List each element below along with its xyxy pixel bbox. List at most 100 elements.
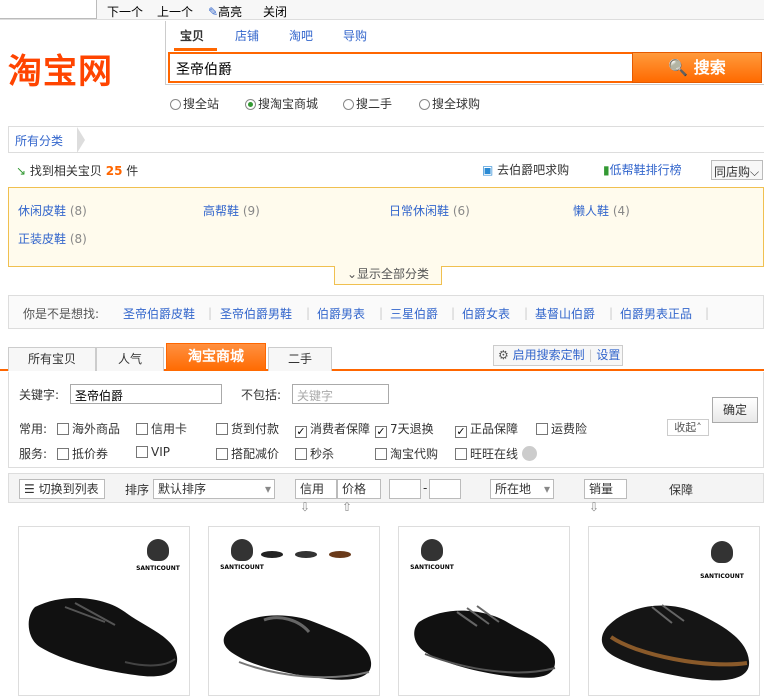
find-input[interactable] xyxy=(0,0,97,19)
common-label: 常用: xyxy=(19,422,48,436)
location-select[interactable]: 所在地 xyxy=(490,479,554,499)
checkbox-checked-icon: ✓ xyxy=(295,425,307,438)
bar-chart-icon: ▮ xyxy=(603,163,610,177)
shoe-image xyxy=(414,605,556,678)
search-tab-guide[interactable]: 导购 xyxy=(343,27,367,47)
shoe-image xyxy=(601,604,750,681)
suggestion-link[interactable]: 圣帝伯爵皮鞋 xyxy=(123,305,195,322)
show-all-categories-button[interactable]: ⌄显示全部分类 xyxy=(334,266,442,285)
checkbox-overseas[interactable]: 海外商品 xyxy=(57,420,120,437)
pen-icon: ✎ xyxy=(208,5,219,19)
sort-sales-button[interactable]: 销量⇩ xyxy=(584,479,627,514)
checkbox-icon xyxy=(375,448,387,460)
find-prev-button[interactable]: 上一个 xyxy=(157,3,193,20)
search-button[interactable]: 🔍 搜索 xyxy=(632,52,762,83)
chevron-down-icon: ⌵ xyxy=(750,165,760,179)
checkbox-voucher[interactable]: 抵价券 xyxy=(57,445,108,462)
category-item[interactable]: 日常休闲鞋 (6) xyxy=(389,202,470,219)
checkbox-cod[interactable]: 货到付款 xyxy=(216,420,279,437)
search-tab-items[interactable]: 宝贝 xyxy=(180,27,204,47)
category-box: 休闲皮鞋 (8) 高帮鞋 (9) 日常休闲鞋 (6) 懒人鞋 (4) 正装皮鞋 … xyxy=(8,187,764,267)
checkbox-shipping-insurance[interactable]: 运费险 xyxy=(536,420,587,437)
sort-price-button[interactable]: 价格⇧ xyxy=(337,479,381,514)
checkbox-flash-sale[interactable]: 秒杀 xyxy=(295,445,334,462)
tab-tmall[interactable]: 淘宝商城 xyxy=(166,343,266,371)
scope-secondhand-radio[interactable]: 搜二手 xyxy=(343,95,392,112)
find-next-button[interactable]: 下一个 xyxy=(107,3,143,20)
checkbox-icon xyxy=(216,423,228,435)
suggestion-link[interactable]: 伯爵男表 xyxy=(317,305,365,322)
category-item[interactable]: 休闲皮鞋 (8) xyxy=(18,202,87,219)
divider: | xyxy=(451,306,456,320)
highlight-button[interactable]: ✎高亮 xyxy=(208,3,242,20)
checkbox-genuine[interactable]: ✓ 正品保障 xyxy=(455,420,518,438)
arrow-up-icon: ⇧ xyxy=(342,500,353,514)
enable-custom-search-link[interactable]: 启用搜索定制 xyxy=(513,348,585,362)
arrow-down-icon: ⇩ xyxy=(300,500,311,514)
bar-request-link[interactable]: ▣ 去伯爵吧求购 xyxy=(482,161,569,178)
suggestion-link[interactable]: 基督山伯爵 xyxy=(535,305,595,322)
checkbox-consumer-protection[interactable]: ✓ 消费者保障 xyxy=(295,420,370,438)
tab-all-items[interactable]: 所有宝贝 xyxy=(8,347,96,371)
breadcrumb-all-categories[interactable]: 所有分类 xyxy=(15,132,63,149)
sort-select[interactable]: 默认排序 xyxy=(153,479,275,499)
keyword-input[interactable]: 圣帝伯爵 xyxy=(70,384,222,404)
category-item[interactable]: 懒人鞋 (4) xyxy=(573,202,630,219)
suggestion-link[interactable]: 伯爵女表 xyxy=(462,305,510,322)
result-count: ↘ 找到相关宝贝 25 件 xyxy=(16,164,139,178)
category-item[interactable]: 高帮鞋 (9) xyxy=(203,202,260,219)
switch-list-view-button[interactable]: ☰ 切换到列表 xyxy=(19,479,105,499)
checkbox-wangwang-online[interactable]: 旺旺在线 xyxy=(455,445,537,462)
tab-popularity[interactable]: 人气 xyxy=(96,347,164,371)
price-max-input[interactable] xyxy=(429,479,461,499)
checkbox-7day-return[interactable]: ✓ 7天退换 xyxy=(375,420,434,438)
scope-global-radio[interactable]: 搜全球购 xyxy=(419,95,480,112)
brand-logo-icon xyxy=(147,539,169,561)
checkbox-vip[interactable]: VIP xyxy=(136,445,170,459)
product-card[interactable]: SANTICOUNT xyxy=(588,526,760,696)
close-find-button[interactable]: 关闭 xyxy=(263,3,287,20)
service-label: 服务: xyxy=(19,447,48,461)
confirm-button[interactable]: 确定 xyxy=(712,397,758,423)
price-min-input[interactable] xyxy=(389,479,421,499)
settings-link[interactable]: 设置 xyxy=(596,348,620,362)
same-store-dropdown[interactable]: 同店购⌵ xyxy=(711,160,763,180)
tab-secondhand[interactable]: 二手 xyxy=(268,347,332,371)
checkbox-checked-icon: ✓ xyxy=(375,425,387,438)
exclude-input[interactable]: 关键字 xyxy=(292,384,389,404)
scope-all-radio[interactable]: 搜全站 xyxy=(170,95,219,112)
suggestion-bar: 你是不是想找: 圣帝伯爵皮鞋 | 圣帝伯爵男鞋 | 伯爵男表 | 三星伯爵 | … xyxy=(8,295,764,329)
collapse-button[interactable]: 收起˄ xyxy=(667,419,709,436)
search-tab-shops[interactable]: 店铺 xyxy=(235,27,259,47)
scope-tmall-radio[interactable]: 搜淘宝商城 xyxy=(245,95,318,112)
checkbox-bundle-discount[interactable]: 搭配减价 xyxy=(216,445,279,462)
chevron-up-icon: ˄ xyxy=(696,421,702,434)
search-tab-tieba[interactable]: 淘吧 xyxy=(289,27,313,47)
breadcrumb: 所有分类 xyxy=(8,126,764,153)
sort-label: 排序 xyxy=(125,483,150,497)
divider: | xyxy=(705,306,710,320)
list-icon: ☰ xyxy=(24,482,35,496)
suggestion-link[interactable]: 伯爵男表正品 xyxy=(620,305,692,322)
down-arrow-icon: ↘ xyxy=(16,164,27,178)
breadcrumb-arrow-icon xyxy=(77,127,85,153)
divider: | xyxy=(609,306,614,320)
radio-icon xyxy=(170,99,181,110)
taobao-logo[interactable]: 淘宝网 xyxy=(8,44,113,93)
exclude-label: 不包括: xyxy=(241,388,282,402)
sort-credit-button[interactable]: 信用⇩ xyxy=(295,479,337,514)
checkbox-proxy-purchase[interactable]: 淘宝代购 xyxy=(375,445,438,462)
suggestion-link[interactable]: 三星伯爵 xyxy=(390,305,438,322)
checkbox-credit-card[interactable]: 信用卡 xyxy=(136,420,187,437)
search-input[interactable]: 圣帝伯爵 xyxy=(168,52,632,83)
suggestion-link[interactable]: 圣帝伯爵男鞋 xyxy=(220,305,292,322)
category-item[interactable]: 正装皮鞋 (8) xyxy=(18,230,87,247)
gear-icon: ⚙ xyxy=(498,348,509,362)
product-card[interactable]: SANTICOUNT xyxy=(398,526,570,696)
rank-link[interactable]: ▮低帮鞋排行榜 xyxy=(603,161,682,178)
product-card[interactable]: SANTICOUNT xyxy=(208,526,380,696)
checkbox-icon xyxy=(136,423,148,435)
product-card[interactable]: SANTICOUNT xyxy=(18,526,190,696)
checkbox-icon xyxy=(216,448,228,460)
brand-logo-icon xyxy=(711,541,733,563)
